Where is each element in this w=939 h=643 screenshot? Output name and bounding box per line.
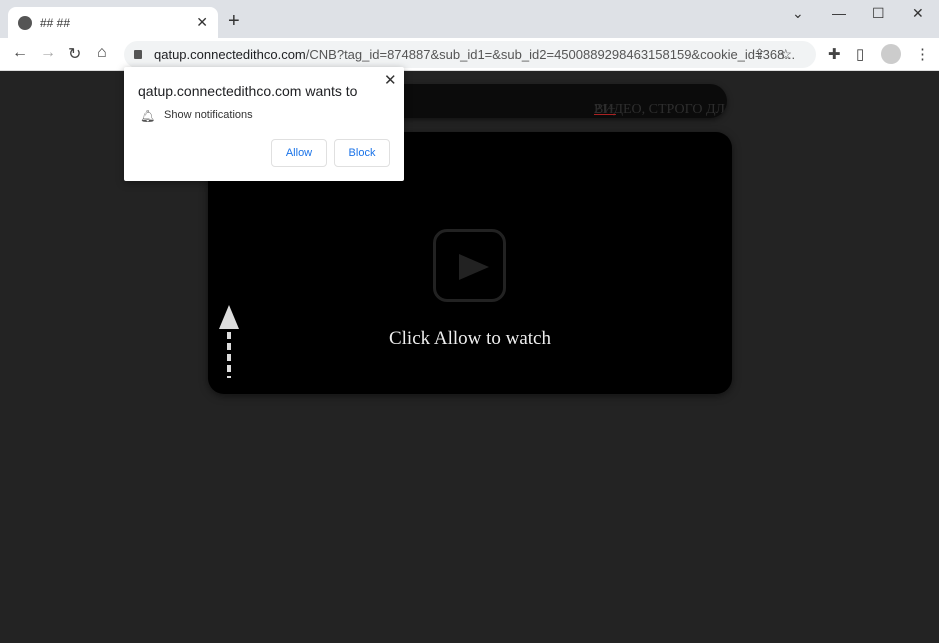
share-icon[interactable]: ⇪	[754, 46, 780, 62]
reload-icon[interactable]: ↻	[68, 44, 81, 64]
banner-age: 21+	[594, 102, 616, 117]
close-icon[interactable]: ✕	[384, 71, 397, 89]
home-icon[interactable]: ⌂	[97, 44, 107, 62]
back-icon[interactable]: ←	[12, 44, 28, 62]
notification-permission-popup: qatup.connectedithco.com wants to ✕ 🔔︎ S…	[124, 67, 404, 181]
arrow-up-icon	[219, 305, 239, 329]
popup-title: qatup.connectedithco.com wants to	[138, 83, 358, 99]
extensions-icon[interactable]: ✚	[828, 45, 841, 63]
block-button[interactable]: Block	[334, 139, 390, 167]
permission-text: Show notifications	[164, 109, 253, 121]
menu-icon[interactable]: ⋮	[915, 45, 930, 63]
tab-title: ## ##	[40, 15, 71, 30]
side-panel-icon[interactable]: ▯	[856, 45, 864, 63]
cta-text: Click Allow to watch	[388, 328, 551, 349]
globe-icon	[18, 15, 32, 30]
bell-icon: 🔔︎	[140, 109, 156, 123]
close-tab-icon[interactable]: ✕	[196, 14, 208, 31]
arrow-dashed-line	[227, 332, 231, 378]
tab-search-icon[interactable]: ⌄	[792, 5, 804, 22]
allow-button[interactable]: Allow	[271, 139, 327, 167]
browser-tab[interactable]: ## ## ✕	[8, 7, 218, 38]
address-bar[interactable]: qatup.connectedithco.com/CNB?tag_id=8748…	[124, 41, 816, 68]
play-icon[interactable]	[433, 229, 506, 302]
new-tab-button[interactable]: +	[228, 10, 240, 33]
url-host: qatup.connectedithco.com	[154, 47, 306, 62]
url-path: /CNB?tag_id=874887&sub_id1=&sub_id2=4500…	[305, 47, 796, 62]
forward-icon[interactable]: →	[40, 44, 56, 62]
minimize-button[interactable]: —	[832, 5, 846, 21]
close-window-button[interactable]: ✕	[912, 5, 924, 22]
maximize-button[interactable]: ☐	[872, 5, 885, 22]
tab-strip: ## ## ✕ + ⌄ — ☐ ✕	[0, 0, 939, 38]
profile-avatar[interactable]	[881, 44, 901, 64]
lock-icon	[134, 50, 142, 59]
bookmark-star-icon[interactable]: ☆	[779, 46, 806, 62]
